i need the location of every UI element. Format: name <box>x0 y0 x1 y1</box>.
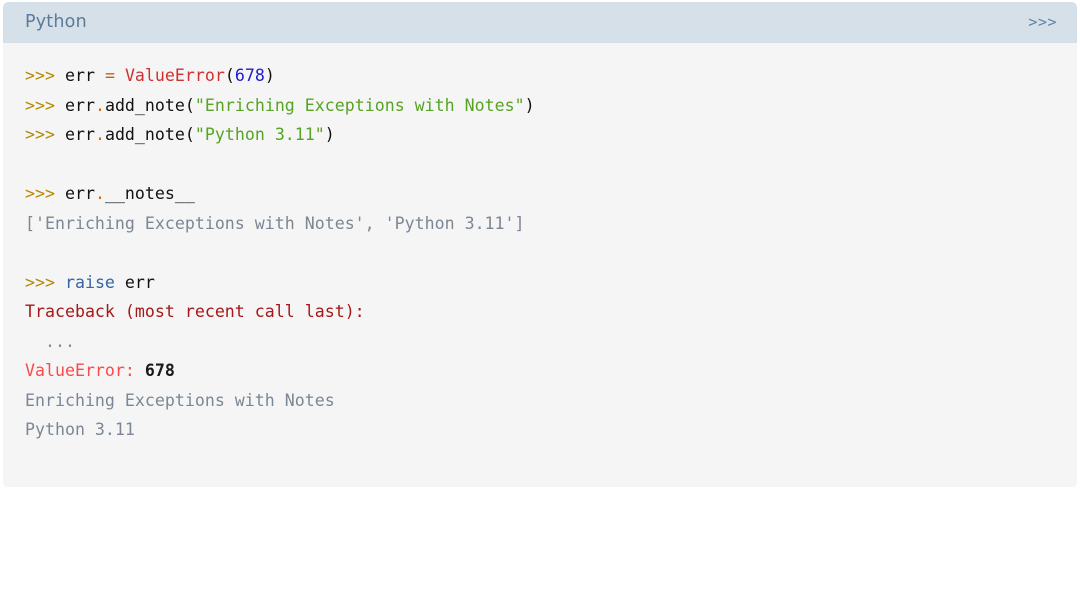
code-block-header: Python >>> <box>3 2 1077 43</box>
code-line: >>> err.__notes__ <box>25 179 1055 209</box>
code-token: ... <box>25 331 75 351</box>
code-token: >>> <box>25 184 65 203</box>
code-token: ValueError <box>25 361 125 380</box>
code-token: = <box>104 66 115 85</box>
code-token: err <box>64 66 105 85</box>
code-token: . <box>94 95 105 115</box>
code-line: Traceback (most recent call last): <box>25 297 1055 327</box>
code-token: Python 3.11 <box>25 420 135 439</box>
code-line: >>> err = ValueError(678) <box>25 61 1055 91</box>
code-token: ) <box>524 95 535 115</box>
code-token: ) <box>324 125 335 144</box>
code-token: "Enriching Exceptions with Notes" <box>194 95 525 115</box>
code-token: ( <box>184 95 195 115</box>
code-line: Enriching Exceptions with Notes <box>25 386 1055 416</box>
code-token: err <box>64 125 95 144</box>
code-line: ['Enriching Exceptions with Notes', 'Pyt… <box>25 209 1055 239</box>
code-token: "Python 3.11" <box>194 125 325 144</box>
code-token: . <box>94 125 105 144</box>
code-line: ... <box>25 327 1055 357</box>
code-token: ValueError <box>124 66 225 85</box>
code-line: >>> err.add_note("Python 3.11") <box>25 120 1055 150</box>
repl-prompt-badge-icon: >>> <box>1028 13 1057 31</box>
code-content[interactable]: >>> err = ValueError(678) >>> err.add_not… <box>3 43 1077 487</box>
code-token: Traceback (most recent call last): <box>25 302 365 321</box>
code-token: __notes__ <box>104 184 195 203</box>
code-line: Python 3.11 <box>25 415 1055 445</box>
code-token: err <box>114 272 155 292</box>
code-token: err <box>64 95 95 115</box>
code-token: >>> <box>25 66 65 85</box>
code-token: >>> <box>25 272 65 292</box>
code-token: >>> <box>25 125 65 144</box>
code-token: ) <box>264 66 275 85</box>
code-token: 678 <box>234 66 265 85</box>
code-token: >>> <box>25 95 65 115</box>
code-token: : <box>124 361 135 380</box>
code-token: add_note <box>104 95 185 115</box>
code-token: add_note <box>104 125 185 144</box>
code-line: >>> err.add_note("Enriching Exceptions w… <box>25 91 1055 121</box>
code-token: err <box>64 184 95 203</box>
code-token: ( <box>184 125 195 144</box>
code-token: raise <box>64 272 115 292</box>
code-line: ValueError: 678 <box>25 356 1055 386</box>
code-token: 678 <box>134 361 175 380</box>
code-token: ['Enriching Exceptions with Notes', 'Pyt… <box>25 213 525 233</box>
python-code-block: Python >>> >>> err = ValueError(678) >>> … <box>3 2 1077 487</box>
language-label: Python <box>25 11 87 32</box>
code-line: >>> raise err <box>25 268 1055 298</box>
code-token: Enriching Exceptions with Notes <box>25 390 335 410</box>
code-token: ( <box>224 66 235 85</box>
code-token: . <box>94 184 105 203</box>
